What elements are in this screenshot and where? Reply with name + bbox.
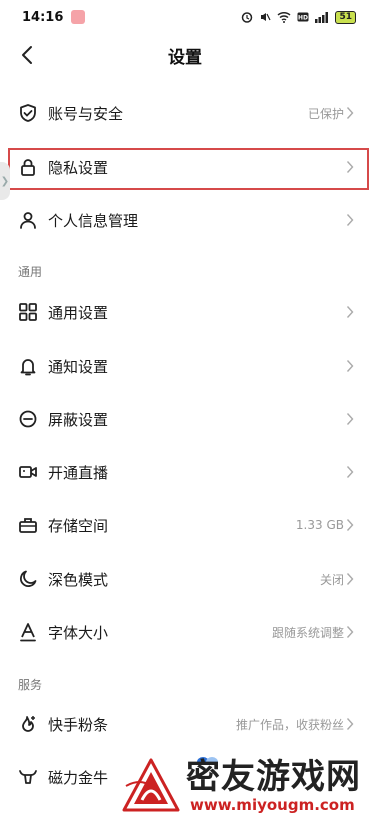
grid-icon: [17, 301, 39, 323]
status-time: 14:16: [22, 9, 64, 25]
section-header-general: 通用: [18, 265, 43, 279]
hd-icon: HD: [297, 12, 309, 22]
section-header-services: 服务: [18, 678, 43, 692]
privacy-highlight-box: [8, 148, 369, 190]
settings-row-font-size[interactable]: 字体大小 跟随系统调整: [0, 606, 370, 658]
row-label: 深色模式: [48, 570, 109, 589]
chevron-right-icon: [346, 412, 356, 426]
chevron-right-icon: [346, 625, 356, 639]
chevron-right-icon: [346, 717, 356, 731]
chevron-right-icon: [346, 572, 356, 586]
chevron-right-icon: [346, 465, 356, 479]
watermark-text: 密友游戏网: [186, 757, 361, 797]
video-camera-icon: [17, 461, 39, 483]
storage-box-icon: [17, 514, 39, 536]
app-notification-icon: [71, 10, 86, 24]
row-label: 屏蔽设置: [48, 410, 109, 429]
chevron-right-icon: [346, 106, 356, 120]
watermark-url: www.miyougm.com: [190, 796, 355, 814]
nav-bar: 设置: [0, 34, 370, 76]
status-bar: 14:16 HD 51: [0, 0, 370, 34]
flame-plus-icon: [17, 713, 39, 735]
row-label: 字体大小: [48, 623, 109, 642]
settings-row-fans-promotion[interactable]: 快手粉条 推广作品，收获粉丝: [0, 698, 370, 750]
minus-circle-icon: [17, 408, 39, 430]
chevron-right-icon: [346, 213, 356, 227]
battery-icon: 51: [335, 10, 356, 24]
person-icon: [17, 209, 39, 231]
row-value: 关闭: [319, 572, 344, 587]
chevron-left-icon: [22, 46, 32, 64]
chevron-right-icon: [346, 305, 356, 319]
row-label: 磁力金牛: [48, 768, 109, 787]
settings-row-personal-info[interactable]: 个人信息管理: [0, 194, 370, 246]
row-label: 快手粉条: [48, 715, 109, 734]
font-size-icon: [17, 621, 39, 643]
row-label: 通用设置: [48, 303, 109, 322]
bell-icon: [17, 355, 39, 377]
settings-row-storage[interactable]: 存储空间 1.33 GB: [0, 499, 370, 551]
shield-check-icon: [17, 102, 39, 124]
row-value: 推广作品，收获粉丝: [235, 717, 344, 732]
mute-icon: [261, 13, 272, 21]
settings-row-live[interactable]: 开通直播: [0, 446, 370, 498]
wifi-icon: [277, 11, 291, 23]
chevron-right-icon: [346, 359, 356, 373]
row-value: 跟随系统调整: [271, 625, 344, 640]
row-label: 个人信息管理: [48, 211, 139, 230]
settings-row-block[interactable]: 屏蔽设置: [0, 393, 370, 445]
settings-row-notifications[interactable]: 通知设置: [0, 340, 370, 392]
page-title: 设置: [168, 47, 202, 68]
site-watermark: 密友游戏网 www.miyougm.com: [120, 750, 370, 822]
row-label: 账号与安全: [48, 104, 124, 123]
watermark-logo-icon: [122, 758, 180, 812]
row-label: 开通直播: [48, 463, 109, 482]
alarm-icon: [242, 12, 253, 23]
chevron-right-icon: [346, 518, 356, 532]
signal-icon: [315, 11, 329, 23]
settings-row-general[interactable]: 通用设置: [0, 286, 370, 338]
row-label: 存储空间: [48, 516, 109, 535]
settings-row-dark-mode[interactable]: 深色模式 关闭: [0, 553, 370, 605]
settings-row-account-security[interactable]: 账号与安全 已保护: [0, 87, 370, 139]
back-button[interactable]: [14, 42, 40, 68]
moon-icon: [17, 568, 39, 590]
svg-text:HD: HD: [298, 15, 308, 22]
row-value: 已保护: [307, 106, 344, 121]
row-label: 通知设置: [48, 357, 109, 376]
row-value: 1.33 GB: [295, 518, 344, 532]
bull-icon: [17, 766, 39, 788]
